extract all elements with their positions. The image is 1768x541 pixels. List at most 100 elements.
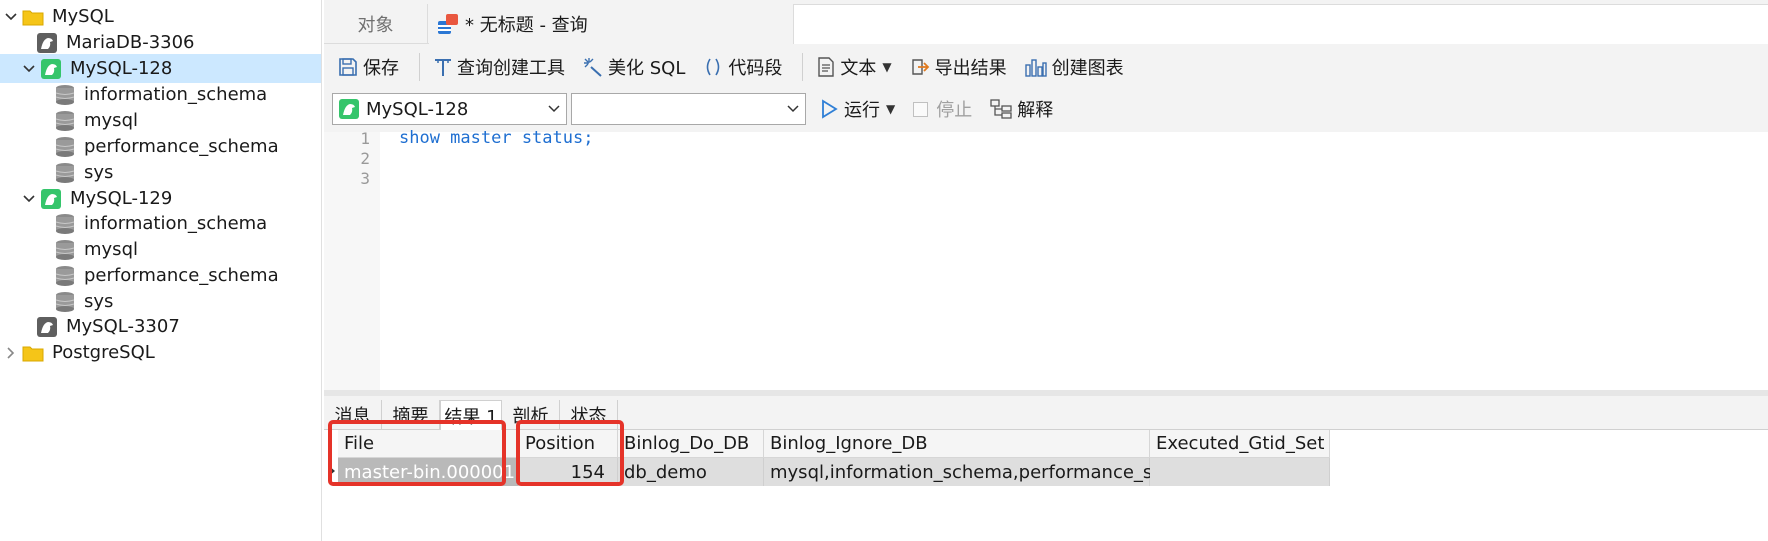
column-header-binlog-ignore-db[interactable]: Binlog_Ignore_DB xyxy=(764,430,1150,458)
database-icon xyxy=(54,265,76,287)
database-icon xyxy=(54,110,76,132)
tree-label: information_schema xyxy=(84,213,268,234)
line-number: 2 xyxy=(360,149,370,168)
connection-disconnected-icon xyxy=(36,316,58,338)
tree-db-performance-schema[interactable]: performance_schema xyxy=(0,261,321,290)
beautify-sql-button[interactable]: 美化 SQL xyxy=(577,50,691,84)
tree-db-mysql[interactable]: mysql xyxy=(0,106,321,135)
tree-label: MySQL-128 xyxy=(70,58,173,79)
query-panel: 对象 * 无标题 - 查询 保存 查询创建工具 美化 SQL 代码段 文本 ▼ … xyxy=(324,0,1768,541)
tab-strip-empty xyxy=(793,4,1768,44)
tree-db-mysql[interactable]: mysql xyxy=(0,235,321,264)
save-label: 保存 xyxy=(363,58,399,79)
tree-label: MariaDB-3306 xyxy=(66,32,195,53)
query-builder-button[interactable]: 查询创建工具 xyxy=(428,50,571,84)
database-icon xyxy=(54,291,76,313)
connection-disconnected-icon xyxy=(36,32,58,54)
tree-label: PostgreSQL xyxy=(52,342,155,363)
table-cell[interactable] xyxy=(1150,458,1330,486)
connection-select[interactable]: MySQL-128 xyxy=(332,93,567,125)
tree-conn-mysql-128[interactable]: MySQL-128 xyxy=(0,54,321,83)
highlight-box-position xyxy=(516,420,624,486)
tree-folder-postgresql[interactable]: PostgreSQL xyxy=(0,338,321,367)
tab-query[interactable]: * 无标题 - 查询 xyxy=(429,4,793,44)
dropdown-caret-icon[interactable]: ▼ xyxy=(886,102,895,116)
column-header-binlog-do-db[interactable]: Binlog_Do_DB xyxy=(618,430,764,458)
chart-icon xyxy=(1024,59,1047,77)
database-icon xyxy=(54,136,76,158)
query-builder-label: 查询创建工具 xyxy=(457,58,565,79)
beautify-sql-label: 美化 SQL xyxy=(608,58,686,79)
chevron-right-icon[interactable] xyxy=(0,346,22,359)
save-icon xyxy=(339,58,357,76)
tree-db-information-schema[interactable]: information_schema xyxy=(0,80,321,109)
tree-label: sys xyxy=(84,162,114,183)
text-mode-label: 文本 xyxy=(840,58,877,79)
result-grid: File Position Binlog_Do_DB Binlog_Ignore… xyxy=(324,420,1768,541)
database-icon xyxy=(54,162,76,184)
snippet-button[interactable]: 代码段 xyxy=(697,50,788,84)
column-header-executed-gtid-set[interactable]: Executed_Gtid_Set xyxy=(1150,430,1330,458)
table-cell[interactable]: db_demo xyxy=(618,458,764,486)
export-results-button[interactable]: 导出结果 xyxy=(904,50,1013,84)
chevron-down-icon xyxy=(548,105,560,113)
tree-folder-mysql[interactable]: MySQL xyxy=(0,2,321,31)
highlight-box-file xyxy=(328,420,506,486)
magic-wand-icon xyxy=(584,58,602,77)
chevron-down-icon xyxy=(787,105,799,113)
toolbar-divider xyxy=(802,53,804,81)
line-number-gutter: 1 2 3 xyxy=(324,129,380,390)
text-mode-button[interactable]: 文本 ▼ xyxy=(811,50,897,84)
tree-db-information-schema[interactable]: information_schema xyxy=(0,209,321,238)
run-button[interactable]: 运行 ▼ xyxy=(820,96,895,122)
export-results-label: 导出结果 xyxy=(934,58,1007,79)
navicat-window: MySQL MariaDB-3306 MySQL-128 information… xyxy=(0,0,1768,541)
toolbar-divider xyxy=(419,53,420,81)
query-toolbar: 保存 查询创建工具 美化 SQL 代码段 文本 ▼ 导出结果 创建图表 xyxy=(324,46,1768,88)
tree-label: performance_schema xyxy=(84,265,279,286)
explain-label: 解释 xyxy=(1017,100,1054,121)
tree-db-performance-schema[interactable]: performance_schema xyxy=(0,132,321,161)
query-icon xyxy=(437,13,459,35)
table-cell[interactable]: mysql,information_schema,performance_sch… xyxy=(764,458,1213,486)
connection-select-value: MySQL-128 xyxy=(366,98,469,120)
stop-button: 停止 xyxy=(913,96,972,122)
snippet-label: 代码段 xyxy=(728,58,783,79)
dropdown-caret-icon[interactable]: ▼ xyxy=(882,60,891,74)
tab-query-label: * 无标题 - 查询 xyxy=(465,15,588,36)
tree-conn-mariadb-3306[interactable]: MariaDB-3306 xyxy=(0,28,321,57)
connection-connected-icon xyxy=(339,99,359,119)
tree-db-sys[interactable]: sys xyxy=(0,158,321,187)
chevron-down-icon[interactable] xyxy=(18,63,40,75)
explain-button[interactable]: 解释 xyxy=(990,96,1053,122)
folder-icon xyxy=(22,342,44,364)
stop-icon xyxy=(913,101,929,117)
document-icon xyxy=(818,57,835,77)
document-tabbar: 对象 * 无标题 - 查询 xyxy=(324,0,1768,44)
tree-label: mysql xyxy=(84,110,138,131)
tree-label: mysql xyxy=(84,239,138,260)
tree-conn-mysql-3307[interactable]: MySQL-3307 xyxy=(0,312,321,341)
run-label: 运行 xyxy=(844,100,880,121)
export-icon xyxy=(911,59,929,75)
database-select[interactable] xyxy=(571,93,806,125)
database-icon xyxy=(54,213,76,235)
database-icon xyxy=(54,239,76,261)
line-number: 1 xyxy=(360,129,370,148)
database-icon xyxy=(54,84,76,106)
explain-icon xyxy=(990,99,1012,119)
connection-toolbar: MySQL-128 运行 ▼ 停止 解释 xyxy=(324,90,1768,128)
save-button[interactable]: 保存 xyxy=(332,50,405,84)
stop-label: 停止 xyxy=(936,100,973,121)
chevron-down-icon[interactable] xyxy=(18,193,40,205)
tab-objects[interactable]: 对象 xyxy=(324,4,428,44)
play-icon xyxy=(822,99,838,119)
connection-tree: MySQL MariaDB-3306 MySQL-128 information… xyxy=(0,0,322,541)
sql-editor[interactable]: 1 2 3 show master status; xyxy=(324,128,1768,390)
connection-connected-icon xyxy=(40,58,62,80)
chevron-down-icon[interactable] xyxy=(0,11,22,23)
create-chart-button[interactable]: 创建图表 xyxy=(1019,50,1130,84)
tree-label: performance_schema xyxy=(84,136,279,157)
code-line: show master status; xyxy=(399,128,594,148)
parentheses-icon xyxy=(707,58,720,76)
